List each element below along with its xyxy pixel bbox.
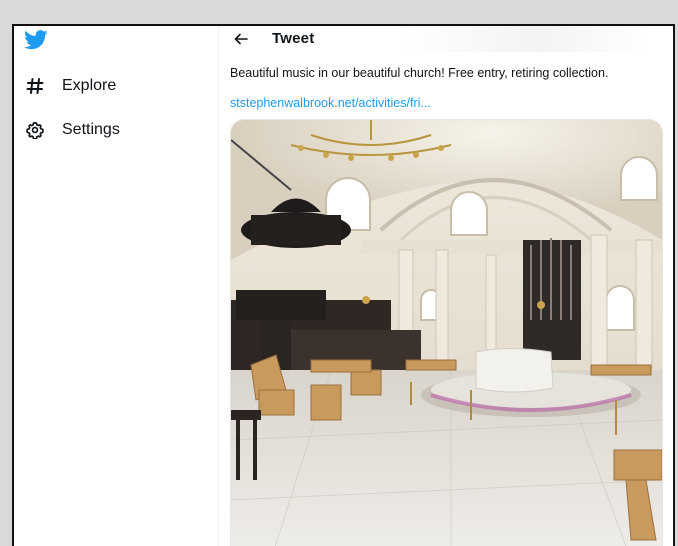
sidebar: Explore Settings (14, 26, 219, 546)
tweet-media-image[interactable] (230, 119, 663, 546)
main-column: Tweet Beautiful music in our beautiful c… (219, 26, 673, 546)
tweet-text: Beautiful music in our beautiful church!… (230, 66, 609, 80)
arrow-left-icon (234, 33, 248, 45)
sidebar-item-settings[interactable]: Settings (24, 116, 120, 144)
browser-window: Explore Settings Tweet Beautiful music i… (12, 24, 675, 546)
tweet-header: Tweet (219, 26, 673, 52)
hashtag-icon (24, 75, 46, 97)
back-button[interactable] (231, 30, 251, 48)
gear-icon (24, 119, 46, 141)
sidebar-item-label: Explore (62, 77, 117, 94)
sidebar-item-label: Settings (62, 121, 120, 138)
tweet-link[interactable]: ststephenwalbrook.net/activities/fri... (230, 96, 431, 110)
page-title: Tweet (272, 30, 315, 47)
sidebar-item-explore[interactable]: Explore (24, 72, 116, 100)
twitter-bird-icon[interactable] (24, 30, 48, 50)
